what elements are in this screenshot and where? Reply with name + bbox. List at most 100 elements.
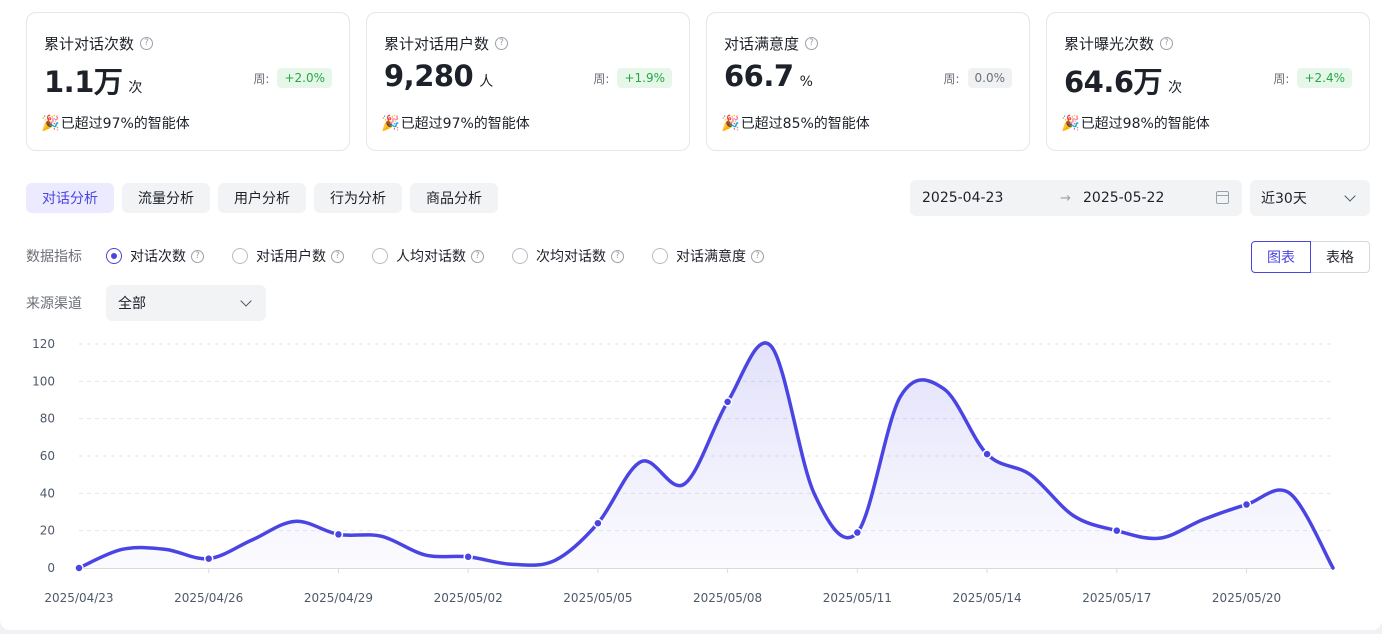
page-bottom-strip <box>0 630 1382 634</box>
view-chart-button[interactable]: 图表 <box>1251 241 1311 273</box>
x-tick-label: 2025/05/02 <box>434 591 503 605</box>
stat-unit: 次 <box>1168 80 1183 96</box>
help-icon[interactable]: ? <box>471 249 484 263</box>
stat-unit: 人 <box>479 74 494 90</box>
y-tick-label: 0 <box>47 561 55 575</box>
week-label: 周: <box>593 71 610 86</box>
series-area <box>79 342 1333 568</box>
y-tick-label: 80 <box>40 412 55 426</box>
analysis-tabs: 对话分析 流量分析 用户分析 行为分析 商品分析 <box>26 183 498 213</box>
party-popper-icon: 🎉 <box>1061 114 1080 132</box>
metric-option-per-user[interactable]: 人均对话数? <box>372 246 484 266</box>
stat-note: 已超过85%的智能体 <box>740 116 870 132</box>
data-point <box>593 518 603 528</box>
metric-option-label: 对话用户数 <box>256 249 326 265</box>
stat-card-conversations: 累计对话次数? 1.1万次 周: +2.0% 🎉 已超过97%的智能体 <box>26 12 350 151</box>
x-tick-label: 2025/04/29 <box>304 591 373 605</box>
metric-selector: 数据指标 对话次数? 对话用户数? 人均对话数? 次均对话数? 对话满意度? <box>26 246 792 266</box>
metric-option-label: 人均对话数 <box>396 249 466 265</box>
data-point <box>1112 525 1122 536</box>
trend-badge: +2.4% <box>1297 68 1352 88</box>
channel-label: 来源渠道 <box>26 296 82 312</box>
radio-checked[interactable] <box>106 248 122 264</box>
help-icon[interactable]: ? <box>191 249 204 263</box>
tab-behavior-analysis[interactable]: 行为分析 <box>314 183 402 213</box>
y-tick-label: 100 <box>32 374 55 388</box>
tab-user-analysis[interactable]: 用户分析 <box>218 183 306 213</box>
party-popper-icon: 🎉 <box>721 114 740 132</box>
trend-badge: +1.9% <box>617 68 672 88</box>
help-icon[interactable]: ? <box>1160 37 1174 50</box>
stat-title: 对话满意度 <box>724 35 800 53</box>
week-label: 周: <box>253 71 270 86</box>
stat-note: 已超过97%的智能体 <box>400 116 530 132</box>
help-icon[interactable]: ? <box>331 249 344 263</box>
week-label: 周: <box>943 71 960 86</box>
stat-title: 累计对话用户数 <box>384 35 490 53</box>
tab-traffic-analysis[interactable]: 流量分析 <box>122 183 210 213</box>
help-icon[interactable]: ? <box>805 37 819 50</box>
x-tick-label: 2025/04/23 <box>44 591 113 605</box>
date-start[interactable]: 2025-04-23 <box>922 190 1003 206</box>
tab-product-analysis[interactable]: 商品分析 <box>410 183 498 213</box>
help-icon[interactable]: ? <box>611 249 624 263</box>
help-icon[interactable]: ? <box>495 37 509 50</box>
calendar-icon[interactable] <box>1216 191 1229 204</box>
stat-title: 累计对话次数 <box>44 35 135 53</box>
data-point <box>74 563 84 573</box>
metric-option-conversations[interactable]: 对话次数? <box>106 246 204 266</box>
stat-title: 累计曝光次数 <box>1064 35 1155 53</box>
radio[interactable] <box>372 248 388 264</box>
y-tick-label: 60 <box>40 449 55 463</box>
stat-unit: % <box>799 74 813 90</box>
party-popper-icon: 🎉 <box>381 114 400 132</box>
x-tick-label: 2025/05/17 <box>1082 591 1151 605</box>
x-tick-label: 2025/05/20 <box>1212 591 1281 605</box>
metric-option-label: 对话满意度 <box>676 249 746 265</box>
data-point <box>1241 499 1252 510</box>
stat-unit: 次 <box>128 80 143 96</box>
x-tick-label: 2025/05/11 <box>823 591 892 605</box>
date-range-picker[interactable]: 2025-04-23 → 2025-05-22 <box>910 180 1242 216</box>
data-point <box>463 552 473 562</box>
data-point <box>982 449 992 459</box>
period-select[interactable]: 近30天 <box>1250 180 1370 216</box>
radio[interactable] <box>652 248 668 264</box>
week-label: 周: <box>1273 71 1290 86</box>
help-icon[interactable]: ? <box>751 249 764 263</box>
help-icon[interactable]: ? <box>140 37 154 50</box>
channel-select[interactable]: 全部 <box>106 285 266 321</box>
metric-option-users[interactable]: 对话用户数? <box>232 246 344 266</box>
stat-value: 66.7 <box>724 59 794 93</box>
metric-label: 数据指标 <box>26 249 82 265</box>
view-table-button[interactable]: 表格 <box>1311 241 1370 273</box>
stat-card-satisfaction: 对话满意度? 66.7% 周: 0.0% 🎉 已超过85%的智能体 <box>706 12 1030 151</box>
x-tick-label: 2025/04/26 <box>174 591 243 605</box>
x-tick-label: 2025/05/14 <box>952 591 1021 605</box>
stat-note: 已超过97%的智能体 <box>60 116 190 132</box>
x-tick-label: 2025/05/05 <box>563 591 632 605</box>
channel-value: 全部 <box>118 296 146 312</box>
stat-note: 已超过98%的智能体 <box>1080 116 1210 132</box>
y-tick-label: 120 <box>32 337 55 351</box>
metric-option-per-session[interactable]: 次均对话数? <box>512 246 624 266</box>
stat-card-users: 累计对话用户数? 9,280 人 周: +1.9% 🎉 已超过97%的智能体 <box>366 12 690 151</box>
x-tick-label: 2025/05/08 <box>693 591 762 605</box>
radio[interactable] <box>232 248 248 264</box>
metric-option-satisfaction[interactable]: 对话满意度? <box>652 246 764 266</box>
y-tick-label: 40 <box>40 486 55 500</box>
chevron-down-icon <box>1344 190 1356 202</box>
trend-badge: +2.0% <box>277 68 332 88</box>
date-end[interactable]: 2025-05-22 <box>1083 190 1164 206</box>
view-toggle: 图表 表格 <box>1251 241 1370 273</box>
data-point <box>203 553 214 564</box>
stat-value: 1.1万 <box>44 65 123 99</box>
dashboard-panel: 累计对话次数? 1.1万次 周: +2.0% 🎉 已超过97%的智能体 累计对话用户… <box>0 0 1382 630</box>
stat-card-exposure: 累计曝光次数? 64.6万次 周: +2.4% 🎉 已超过98%的智能体 <box>1046 12 1370 151</box>
party-popper-icon: 🎉 <box>41 114 60 132</box>
tab-conversation-analysis[interactable]: 对话分析 <box>26 183 114 213</box>
stat-value: 9,280 <box>384 59 474 93</box>
period-value: 近30天 <box>1261 191 1307 207</box>
metric-option-label: 对话次数 <box>130 249 186 265</box>
radio[interactable] <box>512 248 528 264</box>
